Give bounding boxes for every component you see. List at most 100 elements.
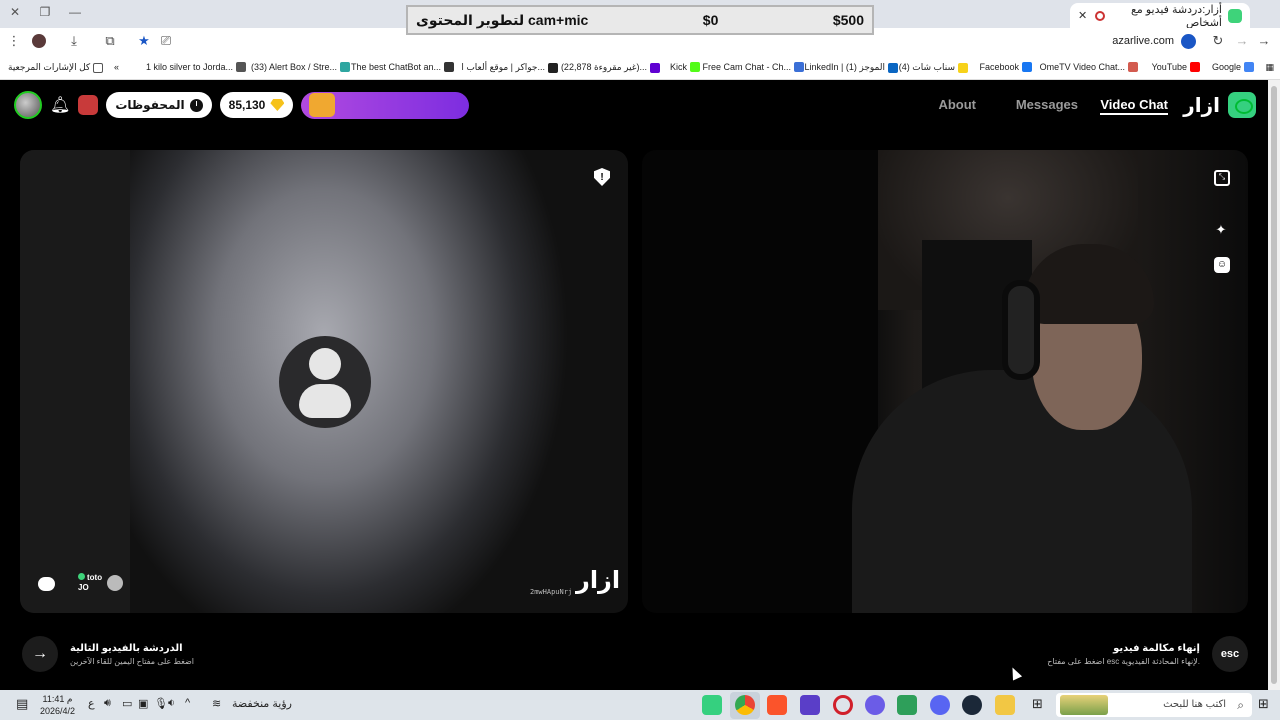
notification-center-icon[interactable]: ▤ — [16, 696, 28, 712]
task-view-icon[interactable]: ⊞ — [1032, 696, 1043, 712]
back-icon[interactable]: → — [1254, 33, 1274, 48]
chat-bubble-icon[interactable] — [38, 577, 55, 591]
steam-icon[interactable] — [962, 695, 982, 715]
report-icon[interactable]: ! — [594, 168, 610, 186]
maximize-window-icon[interactable]: ❐ — [30, 5, 60, 19]
bookmark-item[interactable]: Free Cam Chat - Ch... — [702, 62, 804, 72]
self-video-panel: ⤡ ✦ ☺ — [642, 150, 1248, 613]
bookmark-item[interactable]: The best ChatBot an... — [351, 62, 454, 72]
shop-gift-icon[interactable] — [78, 95, 99, 115]
network-icon[interactable]: ▭ — [122, 697, 132, 710]
brand-name: ازار — [1183, 94, 1220, 117]
user-avatar[interactable] — [14, 91, 42, 119]
bookmark-item[interactable]: Google — [1212, 62, 1254, 72]
notification-bell-icon[interactable]: 🔔︎ — [50, 95, 70, 115]
app-icon[interactable] — [800, 695, 820, 715]
minimize-video-icon[interactable]: ⤡ — [1214, 170, 1230, 186]
stream-goal-overlay: لتطوير المحتوى cam+mic $0 $500 — [406, 5, 874, 35]
reload-icon[interactable]: ↻ — [1208, 33, 1228, 49]
bookmark-item[interactable]: (4) سناب شات — [899, 62, 968, 73]
avatar-head — [309, 348, 341, 380]
forward-icon[interactable]: → — [1232, 33, 1252, 48]
bookmark-item[interactable]: OmeTV Video Chat... — [1040, 62, 1138, 72]
end-call-subtitle: اضغط على مفتاح esc لإنهاء المحادثة الفيد… — [1047, 656, 1200, 666]
azar-logo-icon — [1228, 92, 1256, 118]
site-info-icon[interactable] — [1181, 34, 1196, 49]
nav-video-chat[interactable]: Video Chat — [1100, 97, 1168, 115]
page-scrollbar[interactable] — [1268, 80, 1280, 690]
video-edge-shadow — [20, 150, 130, 613]
goal-current: $0 — [702, 12, 719, 28]
brave-icon[interactable] — [767, 695, 787, 715]
scrollbar-thumb[interactable] — [1271, 86, 1277, 684]
partner-info: toto JO — [78, 573, 102, 593]
saved-button[interactable]: المحفوظات — [106, 92, 212, 118]
next-chat-text: الدردشة بالفيديو التالية اضغط على مفتاح … — [70, 643, 194, 666]
discord-icon[interactable] — [930, 695, 950, 715]
taskbar-clock[interactable]: 11:41 م 2026/4/2 — [40, 693, 75, 717]
partner-video-panel: ! toto JO 2mwHApuNrj ازار — [20, 150, 628, 613]
gems-balance-button[interactable]: 85,130 — [219, 92, 294, 118]
opera-icon[interactable] — [833, 695, 853, 715]
weather-icon[interactable]: ≋ — [212, 697, 221, 710]
url-field[interactable]: azarlive.com — [1112, 35, 1174, 47]
self-camera-person — [852, 220, 1192, 613]
person-hoodie — [852, 370, 1192, 613]
bookmark-item[interactable]: (22,878 غير مقروءة)... — [561, 62, 660, 73]
store-icon[interactable] — [897, 695, 917, 715]
weather-text[interactable]: رؤية منخفضة — [232, 697, 292, 710]
bookmark-star-icon[interactable]: ★ — [134, 33, 154, 49]
azar-brand[interactable]: ازار — [1183, 92, 1256, 118]
bookmark-item[interactable]: LinkedIn | (1) الموجز — [805, 62, 898, 73]
start-menu-icon[interactable]: ⊞ — [1258, 696, 1269, 712]
gems-count: 85,130 — [228, 98, 266, 112]
esc-button[interactable]: esc — [1212, 636, 1248, 672]
azar-favicon-icon — [1228, 8, 1242, 23]
panel-watermark: ازار — [576, 567, 621, 594]
bookmark-item[interactable]: Kick — [670, 62, 700, 72]
partner-mini-avatar — [107, 575, 124, 591]
bookmark-item[interactable]: 1 kilo silver to Jorda... — [146, 62, 246, 72]
partner-name-row: toto — [78, 573, 102, 583]
extensions-icon[interactable]: ⧉ — [100, 33, 120, 49]
close-tab-icon[interactable]: ✕ — [1078, 9, 1087, 22]
clock-time: 11:41 م — [42, 694, 73, 704]
bookmark-item[interactable]: Facebook — [979, 62, 1032, 72]
partner-info-chip[interactable]: toto JO — [78, 573, 124, 593]
azar-app-icon[interactable] — [702, 695, 722, 715]
avatar-body — [299, 384, 351, 418]
minimize-window-icon[interactable]: — — [60, 5, 90, 19]
filter-smile-icon[interactable]: ☺ — [1214, 257, 1230, 273]
goal-target: $500 — [832, 12, 864, 28]
cast-icon[interactable]: ⎚ — [156, 33, 176, 49]
device-icon[interactable]: ▣ — [138, 697, 148, 710]
all-bookmarks[interactable]: كل الإشارات المرجعية — [8, 62, 104, 73]
speaker-icon[interactable]: 🔊︎ — [104, 697, 111, 710]
nav-messages[interactable]: Messages — [1016, 97, 1078, 112]
next-arrow-button[interactable]: → — [22, 636, 58, 672]
effects-wand-icon[interactable]: ✦ — [1213, 222, 1229, 238]
bookmark-item[interactable]: جواكر | موقع ألعاب ا... — [461, 62, 558, 73]
profile-avatar[interactable] — [32, 34, 46, 48]
download-icon[interactable]: ⤓ — [64, 33, 84, 49]
volume-icon[interactable]: 🔉︎ — [168, 697, 175, 710]
bookmark-item[interactable]: (33) Alert Box / Stre... — [251, 62, 350, 72]
gem-icon — [270, 99, 285, 111]
close-window-icon[interactable]: ✕ — [0, 5, 30, 19]
bookmark-item[interactable]: YouTube — [1152, 62, 1200, 72]
tray-overflow-icon[interactable]: ^ — [185, 697, 190, 709]
menu-dots-icon[interactable]: ⋮ — [4, 33, 24, 49]
nav-about[interactable]: About — [938, 97, 976, 112]
taskbar-search-box[interactable]: اكتب هنا للبحث ⌕ — [1056, 693, 1252, 717]
file-explorer-icon[interactable] — [995, 695, 1015, 715]
chrome-icon[interactable] — [735, 695, 755, 715]
bookmarks-overflow-icon[interactable]: « — [114, 62, 119, 72]
obs-icon[interactable] — [865, 695, 885, 715]
bookmarks-apps-icon[interactable]: ▦ — [1265, 62, 1274, 73]
language-indicator[interactable]: ع — [88, 697, 95, 710]
azar-app: ازار Video Chat Messages About 🔔︎ المحفو… — [0, 80, 1268, 690]
promo-banner[interactable] — [301, 91, 470, 119]
active-tab[interactable]: أزار:دردشة فيديو مع أشخاص ✕ — [1070, 3, 1250, 29]
microphone-icon[interactable]: 🎙︎ — [154, 697, 168, 710]
person-headphones — [1002, 280, 1040, 380]
